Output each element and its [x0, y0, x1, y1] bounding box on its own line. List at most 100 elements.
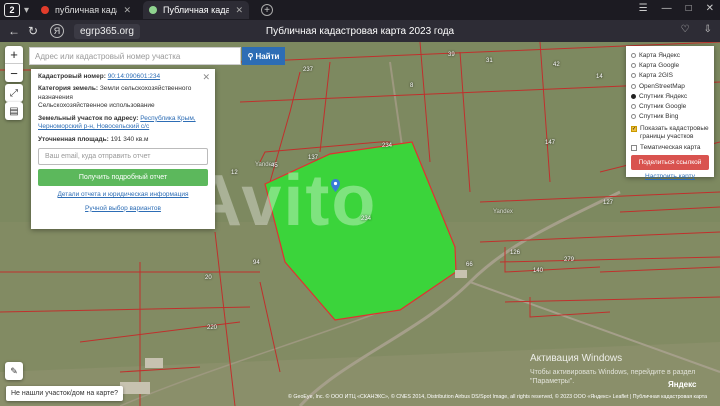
bookmark-icon[interactable]: ♡	[681, 24, 690, 35]
email-field[interactable]: Ваш email, куда отправить отчет	[38, 148, 208, 166]
cadastral-borders-checkbox[interactable]: ✓ Показать кадастровые границы участков	[631, 125, 709, 141]
map-attribution: © GeoEye, Inc. © ООО ИТЦ «СКАНЭКС», © CN…	[288, 394, 708, 400]
close-icon[interactable]: ✕	[123, 5, 131, 16]
avito-watermark: Avito	[190, 161, 378, 241]
layer-label: Спутник Google	[639, 103, 687, 111]
site-favicon-icon	[149, 6, 158, 14]
get-report-button[interactable]: Получить подробный отчет	[38, 169, 208, 187]
tab-count[interactable]: 2	[4, 3, 20, 17]
address-row: Земельный участок по адресу: Республика …	[38, 115, 208, 132]
parcel-label: 234	[382, 143, 393, 149]
pencil-icon[interactable]: ✎	[5, 362, 23, 380]
search-button[interactable]: ⚲ Найти	[242, 47, 285, 65]
radio-icon[interactable]	[631, 114, 636, 120]
address-label: Земельный участок по адресу:	[38, 114, 139, 122]
yandex-icon[interactable]: Я	[50, 24, 64, 38]
reload-icon[interactable]: ↻	[28, 24, 40, 38]
parcel-label: 279	[564, 257, 575, 263]
parcel-label: 147	[545, 140, 556, 146]
manual-select-link[interactable]: Ручной выбор вариантов	[38, 205, 208, 213]
layer-label: Карта Google	[639, 61, 680, 69]
layer-option[interactable]: Карта Яндекс	[631, 50, 709, 60]
layer-label: Спутник Яндекс	[639, 92, 688, 100]
print-icon[interactable]: ▤	[5, 102, 23, 120]
parcel-label: 8	[410, 83, 414, 89]
place-label: Yandex	[255, 162, 275, 168]
cadastral-label: Кадастровый номер:	[38, 73, 106, 80]
area-value: 191 340 кв.м	[110, 135, 149, 143]
layer-option[interactable]: Карта Google	[631, 60, 709, 70]
layer-switcher: Карта Яндекс Карта Google Карта 2GIS Ope…	[626, 46, 714, 180]
search-button-label: Найти	[255, 51, 280, 61]
parcel-label: 237	[303, 67, 314, 73]
radio-icon[interactable]	[631, 104, 636, 110]
thematic-map-checkbox[interactable]: Тематическая карта	[631, 144, 709, 152]
address-bar: ← ↻ Я egrp365.org Публичная кадастровая …	[0, 20, 720, 42]
cadastral-row: Кадастровый номер: 90:14:090601:234	[38, 73, 208, 81]
fullscreen-icon[interactable]: ⤢	[5, 84, 23, 102]
checkbox-label: Тематическая карта	[640, 143, 701, 151]
share-link-button[interactable]: Поделиться ссылкой	[631, 155, 709, 171]
radio-icon[interactable]	[631, 62, 636, 68]
parcel-label: 137	[308, 155, 319, 161]
area-label: Уточненная площадь:	[38, 135, 109, 143]
checkbox-checked-icon[interactable]: ✓	[631, 126, 637, 133]
tab-title: Публичная кадастровая	[163, 5, 230, 15]
parcel-label: 20	[205, 275, 212, 281]
radio-icon[interactable]	[631, 83, 636, 89]
close-icon[interactable]: ✕	[202, 72, 210, 84]
radio-selected-icon[interactable]	[631, 93, 636, 99]
category-row: Категория земель: Земли сельскохозяйстве…	[38, 85, 208, 110]
checkbox-icon[interactable]	[631, 144, 637, 151]
window-controls: ☰ — □ ✕	[639, 3, 714, 14]
layer-label: Спутник Bing	[639, 113, 679, 121]
location-pin-icon[interactable]	[331, 179, 340, 192]
zoom-out-button[interactable]: −	[5, 64, 23, 82]
windows-activation-title: Активация Windows	[530, 353, 623, 364]
not-found-button[interactable]: Не нашли участок/дом на карте?	[6, 386, 123, 401]
download-icon[interactable]: ⇩	[704, 24, 712, 35]
tab-1[interactable]: публичная кадастровая ✕	[35, 1, 137, 19]
layer-label: OpenStreetMap	[639, 82, 685, 90]
layer-label: Карта 2GIS	[639, 72, 674, 80]
zoom-control: + −	[5, 46, 23, 82]
report-details-link[interactable]: Детали отчета и юридическая информация	[38, 191, 208, 199]
parcel-info-panel: ✕ Кадастровый номер: 90:14:090601:234 Ка…	[31, 69, 215, 229]
layer-option[interactable]: Карта 2GIS	[631, 71, 709, 81]
parcel-label: 94	[253, 260, 260, 266]
cadastral-number-link[interactable]: 90:14:090601:234	[108, 73, 160, 80]
parcel-label: 220	[207, 325, 218, 331]
configure-map-link[interactable]: Настроить карту	[631, 173, 709, 180]
search-input[interactable]: Адрес или кадастровый номер участка	[29, 47, 241, 65]
parcel-label: 12	[231, 170, 238, 176]
radio-icon[interactable]	[631, 52, 636, 58]
close-window-icon[interactable]: ✕	[706, 3, 714, 14]
map-viewport[interactable]: Avito 234 234 137 45 12 94 20 39 14 147 …	[0, 42, 720, 406]
layer-option[interactable]: OpenStreetMap	[631, 81, 709, 91]
parcel-label: 42	[553, 62, 560, 68]
category-label: Категория земель:	[38, 85, 99, 93]
close-icon[interactable]: ✕	[235, 5, 243, 16]
radio-icon[interactable]	[631, 73, 636, 79]
yandex-favicon-icon	[41, 6, 50, 14]
url-domain[interactable]: egrp365.org	[74, 23, 140, 39]
chevron-down-icon[interactable]: ▾	[24, 5, 29, 16]
usage-value: Сельскохозяйственное использование	[38, 102, 155, 110]
maximize-icon[interactable]: □	[686, 3, 692, 14]
layer-option[interactable]: Спутник Google	[631, 101, 709, 111]
bookmarks-icon[interactable]: ☰	[639, 3, 648, 14]
back-icon[interactable]: ←	[8, 24, 20, 38]
tab-title: публичная кадастровая	[55, 5, 117, 15]
tab-2[interactable]: Публичная кадастровая ✕	[143, 1, 250, 19]
search-icon: ⚲	[247, 51, 254, 61]
zoom-in-button[interactable]: +	[5, 46, 23, 64]
tab-bar: 2 ▾ публичная кадастровая ✕ Публичная ка…	[0, 0, 720, 20]
new-tab-button[interactable]: +	[261, 4, 274, 16]
minimize-icon[interactable]: —	[662, 3, 672, 14]
layer-option[interactable]: Спутник Яндекс	[631, 91, 709, 101]
area-row: Уточненная площадь: 191 340 кв.м	[38, 136, 208, 144]
checkbox-label: Показать кадастровые границы участков	[640, 125, 709, 140]
layer-option[interactable]: Спутник Bing	[631, 112, 709, 122]
parcel-label: 127	[603, 200, 614, 206]
parcel-label: 140	[533, 268, 544, 274]
